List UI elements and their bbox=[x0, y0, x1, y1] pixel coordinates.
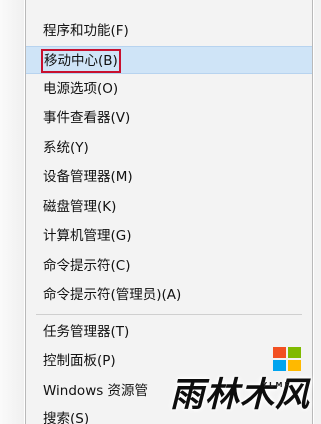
menu-item-disk-management[interactable]: 磁盘管理(K) bbox=[26, 193, 312, 221]
windows-logo-icon bbox=[273, 347, 301, 371]
watermark-text: 雨林木风 bbox=[170, 375, 310, 415]
menu-item-label: Windows 资源管 bbox=[43, 383, 149, 399]
menu-item-label: 程序和功能(F) bbox=[43, 23, 129, 39]
menu-item-computer-management[interactable]: 计算机管理(G) bbox=[26, 222, 312, 250]
menu-item-label: 命令提示符(管理员)(A) bbox=[43, 287, 182, 303]
menu-item-power-options[interactable]: 电源选项(O) bbox=[26, 75, 312, 103]
background-left bbox=[0, 0, 24, 424]
menu-item-label: 搜索(S) bbox=[43, 411, 90, 424]
watermark: 雨林木风 YLMF bbox=[170, 345, 320, 424]
menu-item-label: 电源选项(O) bbox=[43, 81, 119, 97]
menu-item-label: 计算机管理(G) bbox=[43, 228, 132, 244]
menu-item-label: 设备管理器(M) bbox=[43, 169, 133, 185]
menu-item-system[interactable]: 系统(Y) bbox=[26, 134, 312, 162]
menu-item-label: 事件查看器(V) bbox=[43, 110, 131, 126]
menu-item-label: 磁盘管理(K) bbox=[43, 199, 117, 215]
menu-item-task-manager[interactable]: 任务管理器(T) bbox=[26, 318, 312, 346]
menu-item-command-prompt[interactable]: 命令提示符(C) bbox=[26, 252, 312, 280]
menu-item-mobility-center[interactable]: 移动中心(B) bbox=[26, 46, 312, 74]
menu-item-label: 任务管理器(T) bbox=[43, 324, 130, 340]
menu-separator bbox=[36, 314, 302, 315]
watermark-subtext: YLMF bbox=[262, 381, 292, 389]
menu-item-command-prompt-admin[interactable]: 命令提示符(管理员)(A) bbox=[26, 281, 312, 309]
menu-item-label: 系统(Y) bbox=[43, 140, 89, 156]
menu-item-label: 命令提示符(C) bbox=[43, 258, 131, 274]
menu-item-event-viewer[interactable]: 事件查看器(V) bbox=[26, 104, 312, 132]
menu-item-label: 控制面板(P) bbox=[43, 353, 116, 369]
menu-item-device-manager[interactable]: 设备管理器(M) bbox=[26, 163, 312, 191]
menu-item-label: 移动中心(B) bbox=[41, 49, 121, 73]
menu-item-programs-and-features[interactable]: 程序和功能(F) bbox=[26, 17, 312, 45]
